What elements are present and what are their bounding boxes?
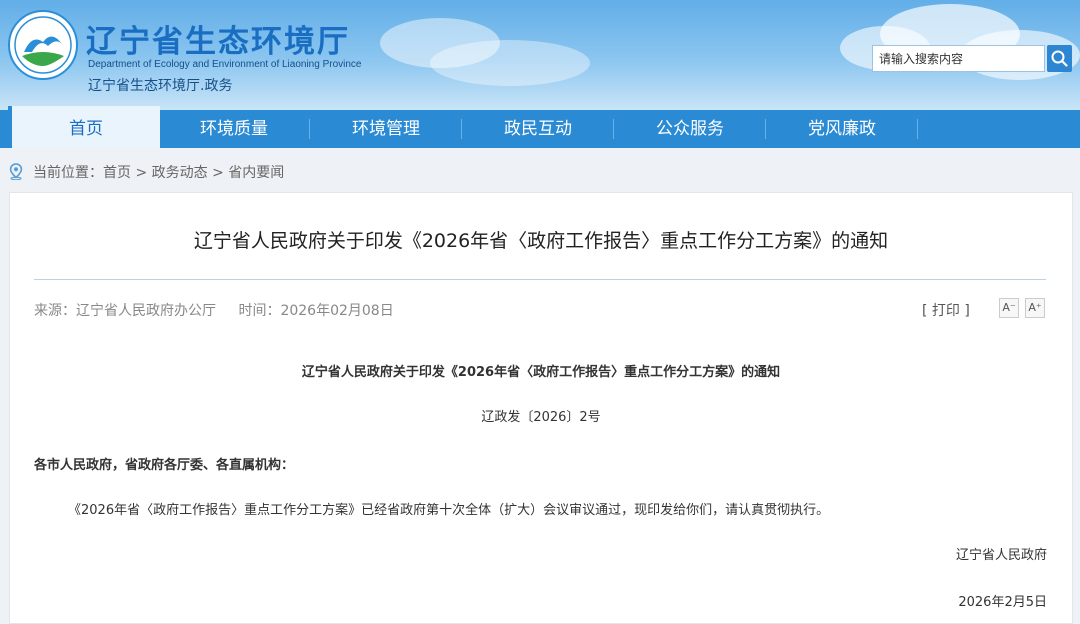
breadcrumb-prefix: 当前位置： [33,165,103,181]
site-subtitle-en: Department of Ecology and Environment of… [88,59,362,70]
nav-item-public-interaction[interactable]: 政民互动 [462,110,614,148]
logo-icon [14,16,72,74]
document-heading: 辽宁省人民政府关于印发《2026年省〈政府工作报告〉重点工作分工方案》的通知 [301,365,781,380]
nav-item-home[interactable]: 首页 [8,106,160,148]
logo-emblem [8,10,78,80]
title-divider [34,279,1046,280]
nav-divider [917,119,918,139]
breadcrumb: 当前位置：首页 > 政务动态 > 省内要闻 [0,148,1080,192]
site-title: 辽宁省生态环境厅 [86,24,350,60]
document-number: 辽政发〔2026〕2号 [481,410,601,425]
breadcrumb-separator: > [207,165,229,181]
breadcrumb-link-home[interactable]: 首页 [103,165,131,181]
main-nav: 首页 环境质量 环境管理 政民互动 公众服务 党风廉政 [0,106,1080,148]
nav-item-environment-quality[interactable]: 环境质量 [158,110,310,148]
print-button[interactable]: [ 打印 ] [922,300,970,320]
breadcrumb-separator: > [131,165,152,181]
article-panel: 辽宁省人民政府关于印发《2026年省〈政府工作报告〉重点工作分工方案》的通知 来… [9,192,1073,624]
article-title: 辽宁省人民政府关于印发《2026年省〈政府工作报告〉重点工作分工方案》的通知 [193,230,889,252]
breadcrumb-trail: 当前位置：首页 > 政务动态 > 省内要闻 [33,162,284,182]
document-date: 2026年2月5日 [958,595,1047,610]
site-header: 辽宁省生态环境厅 Department of Ecology and Envir… [0,0,1080,110]
nav-item-party-integrity[interactable]: 党风廉政 [766,110,918,148]
article-meta: 来源：辽宁省人民政府办公厅 时间：2026年02月08日 [34,300,412,320]
article-time: 时间：2026年02月08日 [238,303,394,319]
font-increase-button[interactable]: A⁺ [1025,298,1045,318]
article-source: 来源：辽宁省人民政府办公厅 [34,303,216,319]
document-recipients: 各市人民政府，省政府各厅委、各直属机构： [34,458,295,473]
document-body: 《2026年省〈政府工作报告〉重点工作分工方案》已经省政府第十次全体（扩大）会议… [68,503,830,518]
nav-item-public-service[interactable]: 公众服务 [614,110,766,148]
search-input[interactable] [872,45,1045,72]
breadcrumb-link-provincial-news[interactable]: 省内要闻 [228,165,284,181]
search-button[interactable] [1047,45,1072,72]
font-decrease-button[interactable]: A⁻ [999,298,1019,318]
document-signature: 辽宁省人民政府 [955,548,1047,563]
decorative-cloud [430,40,590,86]
search-icon [1051,50,1068,67]
site-subtitle-cn: 辽宁省生态环境厅.政务 [88,78,233,94]
nav-item-environment-management[interactable]: 环境管理 [310,110,462,148]
breadcrumb-link-news[interactable]: 政务动态 [152,165,208,181]
location-pin-icon [9,163,23,180]
